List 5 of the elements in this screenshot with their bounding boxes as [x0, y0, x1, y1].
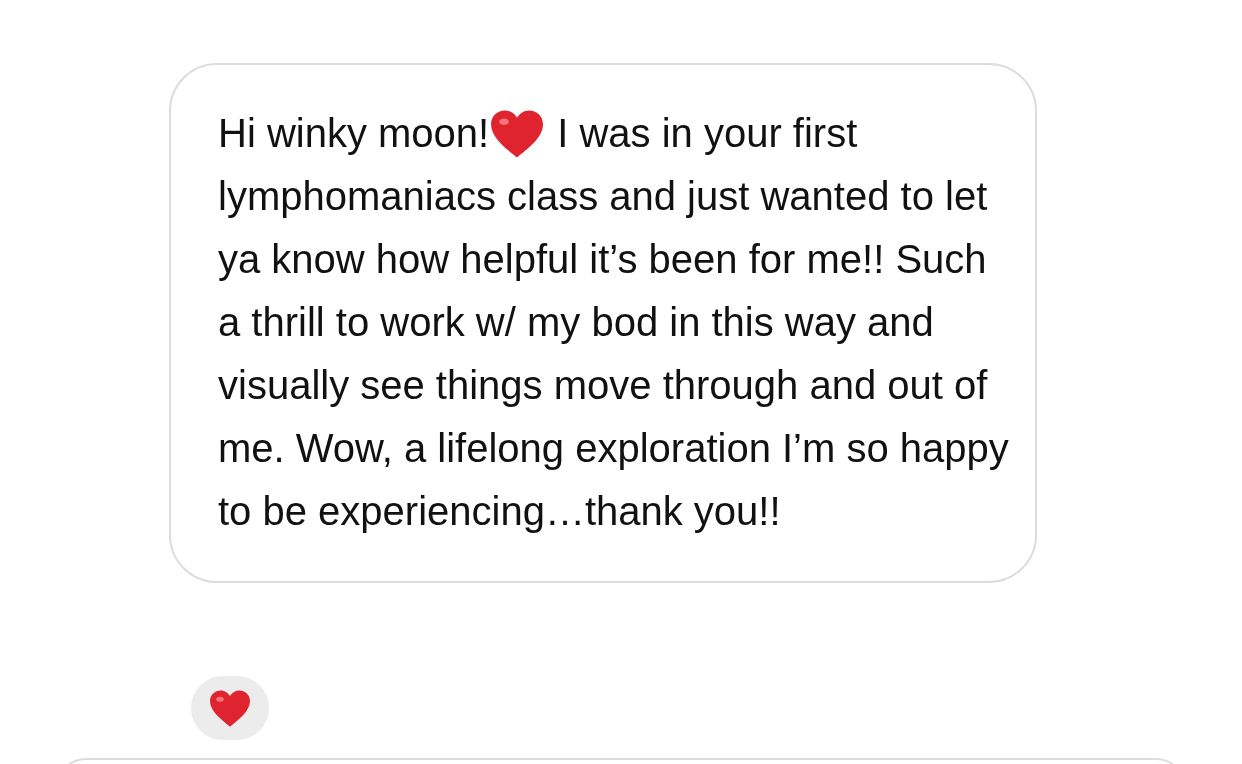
message-text: I was in your first	[557, 110, 858, 157]
heart-icon	[491, 109, 544, 158]
message-text: Hi winky moon!	[218, 110, 490, 157]
message-text: lymphomaniacs class and just wanted to let ya know how helpful it’s been for me!! Such a thrill to work w/ my bod in this way and visually see things move through and out of me. Wow, a lifelong exploration I’m so happy to be experiencing…thank you!!	[218, 173, 1010, 535]
heart-icon	[210, 689, 250, 727]
